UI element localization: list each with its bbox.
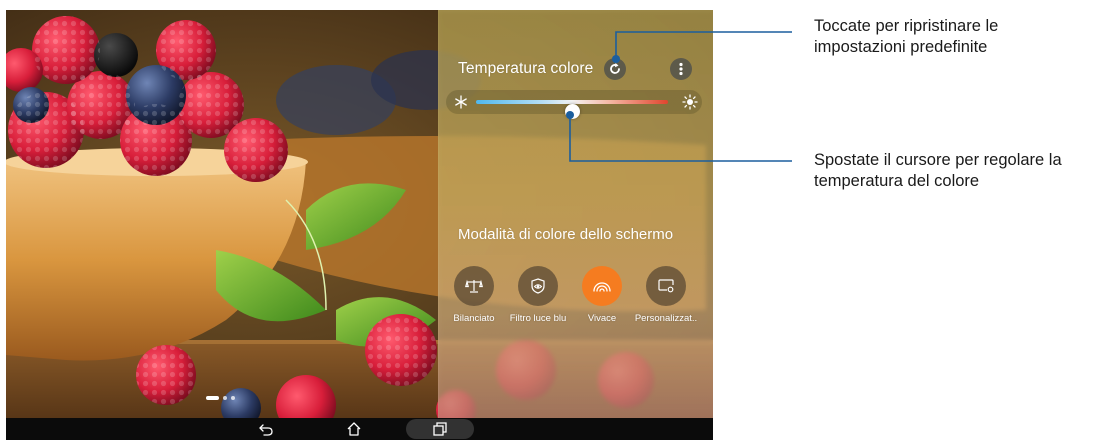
mode-blue-light-filter-label: Filtro luce blu [509, 313, 567, 324]
eye-shield-icon [531, 278, 545, 294]
page-dot [223, 396, 227, 400]
screen-color-panel: Temperatura colore Modalità di colore de… [438, 10, 713, 418]
refresh-icon [610, 63, 620, 74]
color-temperature-slider[interactable] [446, 90, 702, 119]
slider-track[interactable] [476, 100, 668, 119]
page-dot-active [206, 396, 219, 400]
custom-settings-icon [658, 279, 674, 293]
balance-scale-icon [465, 279, 483, 293]
snowflake-icon [455, 95, 467, 109]
mode-custom[interactable]: Personalizzat.. [634, 266, 698, 324]
recent-apps-icon [433, 422, 447, 436]
mode-custom-label: Personalizzat.. [634, 313, 698, 324]
navigation-bar [6, 418, 713, 440]
reset-callout: Toccate per ripristinare le impostazioni… [814, 16, 998, 58]
slider-callout-line1: Spostate il cursore per regolare la [814, 151, 1062, 169]
mode-custom-circle[interactable] [646, 266, 686, 306]
mode-vivid[interactable]: Vivace [570, 266, 634, 324]
slider-callout: Spostate il cursore per regolare la temp… [814, 150, 1062, 192]
reset-callout-line1: Toccate per ripristinare le [814, 17, 999, 35]
recent-apps-button[interactable] [406, 419, 474, 439]
more-options-button[interactable] [670, 58, 692, 80]
reset-defaults-button[interactable] [604, 58, 626, 80]
rainbow-icon [593, 282, 611, 292]
back-icon[interactable] [258, 421, 274, 437]
sun-icon [682, 94, 698, 110]
mode-balanced[interactable]: Bilanciato [442, 266, 506, 324]
more-vertical-icon [679, 62, 683, 76]
mode-balanced-label: Bilanciato [453, 313, 495, 324]
slider-thumb[interactable] [565, 104, 580, 119]
reset-callout-line2: impostazioni predefinite [814, 38, 988, 56]
mode-vivid-circle[interactable] [582, 266, 622, 306]
screen-color-mode-title: Modalità di colore dello schermo [458, 226, 674, 243]
slider-callout-line2: temperatura del colore [814, 172, 980, 190]
mode-balanced-circle[interactable] [454, 266, 494, 306]
mode-blue-light-filter-circle[interactable] [518, 266, 558, 306]
color-temperature-title: Temperatura colore [458, 60, 594, 77]
mode-vivid-label: Vivace [587, 313, 617, 324]
mode-blue-light-filter[interactable]: Filtro luce blu [506, 266, 570, 324]
page-indicator [206, 395, 235, 401]
tablet-screen: Temperatura colore Modalità di colore de… [6, 10, 713, 440]
page-dot [231, 396, 235, 400]
home-icon[interactable] [346, 421, 362, 437]
